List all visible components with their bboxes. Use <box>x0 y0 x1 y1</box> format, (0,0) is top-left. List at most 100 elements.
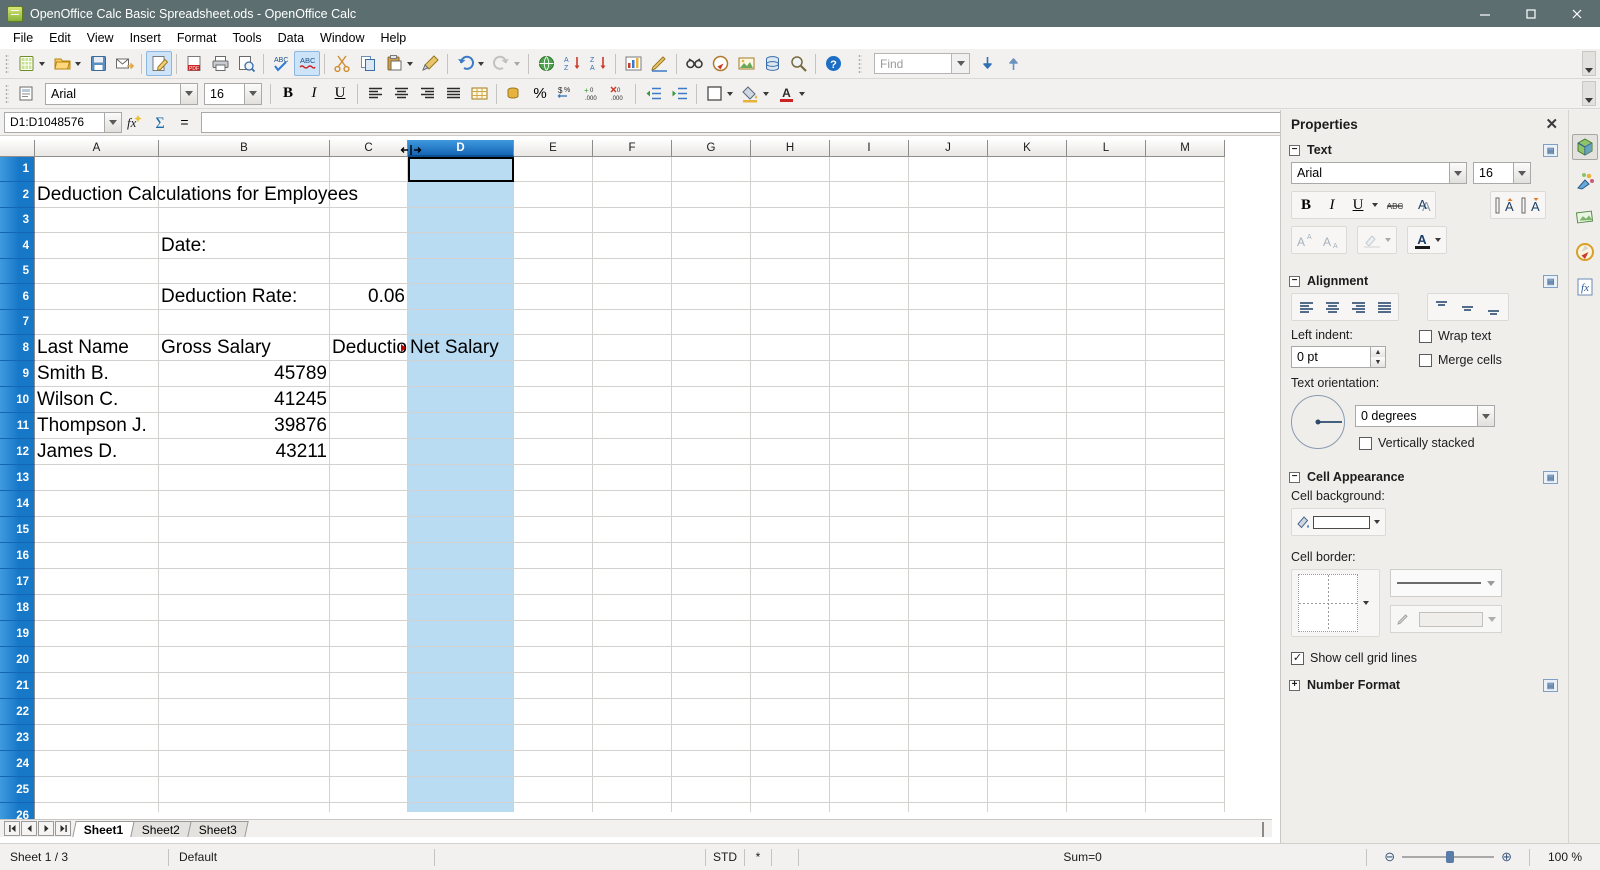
font-size-combo[interactable]: 16 <box>204 82 262 105</box>
cell-J10[interactable] <box>909 387 988 413</box>
page-style[interactable]: Default <box>169 844 434 870</box>
cell-M14[interactable] <box>1146 491 1225 517</box>
sidebar-underline-button[interactable]: U <box>1345 193 1371 217</box>
undo-icon[interactable] <box>452 51 478 76</box>
cell-H14[interactable] <box>751 491 830 517</box>
highlighting-color-icon[interactable] <box>1359 228 1385 252</box>
stepper-down[interactable]: ▼ <box>1371 357 1385 367</box>
row-header-15[interactable]: 15 <box>0 517 35 543</box>
cell-D14[interactable] <box>408 491 514 517</box>
cell-G15[interactable] <box>672 517 751 543</box>
cell-F12[interactable] <box>593 439 672 465</box>
cell-C6[interactable]: 0.06 <box>330 284 408 310</box>
cell-D3[interactable] <box>408 208 514 233</box>
row-header-3[interactable]: 3 <box>0 208 35 233</box>
orientation-degrees-combo[interactable]: 0 degrees <box>1355 405 1495 427</box>
stepper-up[interactable]: ▲ <box>1371 347 1385 357</box>
cell-M16[interactable] <box>1146 543 1225 569</box>
cell-B23[interactable] <box>159 725 330 751</box>
cell-J11[interactable] <box>909 413 988 439</box>
font-name-dropdown-icon[interactable] <box>180 83 197 104</box>
cell-F22[interactable] <box>593 699 672 725</box>
cell-L17[interactable] <box>1067 569 1146 595</box>
cell-E4[interactable] <box>514 233 593 259</box>
align-left-icon[interactable] <box>362 81 388 106</box>
cell-F20[interactable] <box>593 647 672 673</box>
cell-C18[interactable] <box>330 595 408 621</box>
cell-G2[interactable] <box>672 182 751 208</box>
cell-C3[interactable] <box>330 208 408 233</box>
menu-window[interactable]: Window <box>312 29 372 47</box>
cell-H17[interactable] <box>751 569 830 595</box>
cell-L6[interactable] <box>1067 284 1146 310</box>
row-header-7[interactable]: 7 <box>0 310 35 335</box>
hyperlink-icon[interactable] <box>533 51 559 76</box>
cell-L21[interactable] <box>1067 673 1146 699</box>
cell-K10[interactable] <box>988 387 1067 413</box>
cell-background-color-icon[interactable] <box>1293 510 1313 534</box>
cell-L24[interactable] <box>1067 751 1146 777</box>
cell-I24[interactable] <box>830 751 909 777</box>
border-line-color-dropdown-icon[interactable] <box>1488 616 1496 622</box>
cell-I25[interactable] <box>830 777 909 803</box>
cell-K16[interactable] <box>988 543 1067 569</box>
cell-D23[interactable] <box>408 725 514 751</box>
show-grid-lines-checkbox[interactable]: ✓ <box>1291 651 1304 665</box>
standard-toolbar-overflow[interactable] <box>1582 51 1596 76</box>
cell-L13[interactable] <box>1067 465 1146 491</box>
cell-D25[interactable] <box>408 777 514 803</box>
cell-J16[interactable] <box>909 543 988 569</box>
cell-E14[interactable] <box>514 491 593 517</box>
font-color-icon[interactable]: A <box>773 81 799 106</box>
row-header-23[interactable]: 23 <box>0 725 35 751</box>
cell-I23[interactable] <box>830 725 909 751</box>
cell-D8[interactable]: Net Salary <box>408 335 514 361</box>
cell-E17[interactable] <box>514 569 593 595</box>
column-header-d[interactable]: D <box>408 140 514 157</box>
cell-K20[interactable] <box>988 647 1067 673</box>
column-header-i[interactable]: I <box>830 140 909 157</box>
cell-J17[interactable] <box>909 569 988 595</box>
align-right-icon[interactable] <box>1345 295 1371 319</box>
undo-dropdown-icon[interactable] <box>478 61 484 66</box>
cell-H7[interactable] <box>751 310 830 335</box>
cell-M5[interactable] <box>1146 259 1225 284</box>
cell-G20[interactable] <box>672 647 751 673</box>
sheet-tab-sheet3[interactable]: Sheet3 <box>187 821 250 837</box>
cell-I8[interactable] <box>830 335 909 361</box>
cell-H13[interactable] <box>751 465 830 491</box>
number-format-panel-title[interactable]: + Number Format ▤ <box>1281 673 1568 697</box>
cell-J24[interactable] <box>909 751 988 777</box>
cell-B9[interactable]: 45789 <box>159 361 330 387</box>
cell-H20[interactable] <box>751 647 830 673</box>
row-header-16[interactable]: 16 <box>0 543 35 569</box>
row-header-18[interactable]: 18 <box>0 595 35 621</box>
cell-C10[interactable] <box>330 387 408 413</box>
cell-J9[interactable] <box>909 361 988 387</box>
row-header-22[interactable]: 22 <box>0 699 35 725</box>
formatting-toolbar-overflow[interactable] <box>1582 81 1596 106</box>
cell-H25[interactable] <box>751 777 830 803</box>
cell-B7[interactable] <box>159 310 330 335</box>
cell-I12[interactable] <box>830 439 909 465</box>
cell-D16[interactable] <box>408 543 514 569</box>
border-line-style-combo[interactable] <box>1390 569 1502 597</box>
sidebar-bold-button[interactable]: B <box>1293 193 1319 217</box>
cell-K6[interactable] <box>988 284 1067 310</box>
cell-J13[interactable] <box>909 465 988 491</box>
cell-B20[interactable] <box>159 647 330 673</box>
column-header-g[interactable]: G <box>672 140 751 157</box>
cell-J5[interactable] <box>909 259 988 284</box>
cell-B1[interactable] <box>159 157 330 182</box>
find-input[interactable]: Find <box>874 53 970 74</box>
cell-G6[interactable] <box>672 284 751 310</box>
borders-icon[interactable] <box>701 81 727 106</box>
cell-E21[interactable] <box>514 673 593 699</box>
cell-B6[interactable]: Deduction Rate: <box>159 284 330 310</box>
cell-D26[interactable] <box>408 803 514 812</box>
row-header-13[interactable]: 13 <box>0 465 35 491</box>
shadow-icon[interactable]: AA <box>1408 193 1434 217</box>
row-header-6[interactable]: 6 <box>0 284 35 310</box>
cell-F16[interactable] <box>593 543 672 569</box>
cell-A14[interactable] <box>35 491 159 517</box>
